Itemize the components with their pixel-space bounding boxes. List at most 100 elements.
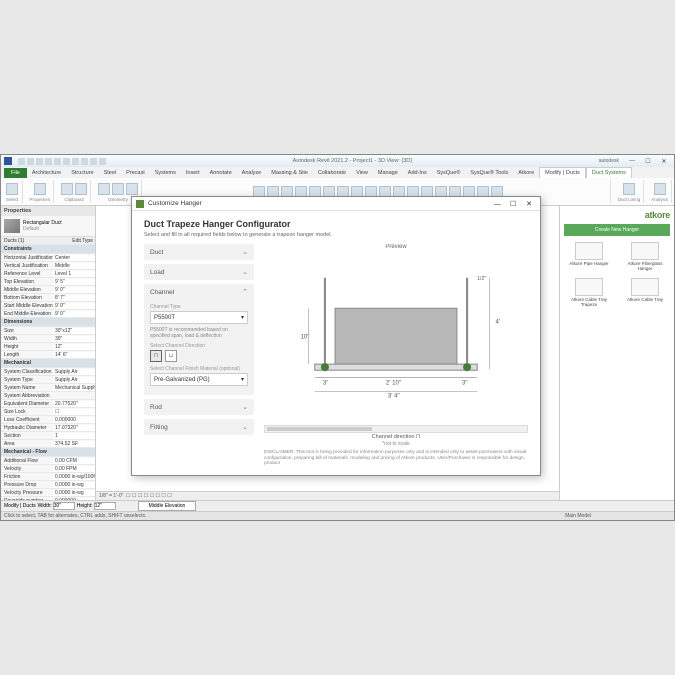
properties-header: Properties [1,206,95,216]
status-bar: Click to select, TAB for alternates, CTR… [1,511,674,520]
tab-massing[interactable]: Massing & Site [266,168,313,178]
property-row[interactable]: Middle Elevation9' 0" [1,286,95,294]
close-button[interactable]: ✕ [657,157,671,166]
ribbon-group-lining: Duct Lining [618,197,641,202]
tab-sysque[interactable]: SysQue® [432,168,466,178]
ribbon-group-geometry: Geometry [108,197,128,202]
property-row[interactable]: Size30"x12" [1,327,95,335]
tab-collaborate[interactable]: Collaborate [313,168,351,178]
hanger-thumbnail[interactable]: Atkore Pipe Hanger [564,242,614,272]
hanger-thumbnail[interactable]: Atkore Cable Tray Trapeze [564,278,614,308]
property-row[interactable]: System NameMechanical Supply Air 1 [1,384,95,392]
width-input[interactable] [53,502,75,510]
tab-architecture[interactable]: Architecture [27,168,66,178]
type-selector[interactable]: Rectangular Duct Default [1,216,95,237]
property-row[interactable]: Hydraulic Diameter17.07320" [1,424,95,432]
tab-file[interactable]: File [4,168,27,178]
not-to-scale-label: *not to scale [264,441,528,447]
property-row[interactable]: Width30" [1,335,95,343]
svg-text:4': 4' [496,318,501,325]
tab-systems[interactable]: Systems [150,168,181,178]
property-rows: ConstraintsHorizontal JustificationCente… [1,245,95,500]
tab-atkore[interactable]: Atkore [513,168,539,178]
hanger-thumbnail[interactable]: Atkore Cable Tray [620,278,670,308]
chevron-down-icon: ⌄ [242,268,248,276]
dialog-heading: Duct Trapeze Hanger Configurator [144,219,528,229]
atkore-logo: atkore [564,210,670,220]
property-row[interactable]: Additional Flow0.00 CFM [1,457,95,465]
property-row[interactable]: Velocity0.00 FPM [1,465,95,473]
user-label[interactable]: autodesk [599,158,619,164]
duct-type-icon [4,219,20,233]
chevron-down-icon: ⌄ [242,423,248,431]
preview-label: Preview [264,244,528,250]
property-row[interactable]: Equivalent Diameter20.77520" [1,400,95,408]
channel-type-select[interactable]: P5500T▾ [150,311,248,324]
tab-addins[interactable]: Add-Ins [403,168,432,178]
tab-precast[interactable]: Precast [121,168,150,178]
tab-steel[interactable]: Steel [99,168,122,178]
section-channel[interactable]: Channel⌃ Channel Type P5500T▾ P5500T is … [144,284,254,395]
property-row[interactable]: Height12" [1,343,95,351]
tab-annotate[interactable]: Annotate [205,168,237,178]
property-row[interactable]: End Middle Elevation9' 0" [1,310,95,318]
property-row[interactable]: Bottom Elevation8' 7" [1,294,95,302]
property-row[interactable]: Section1 [1,432,95,440]
view-control-bar[interactable]: 1/8" = 1'-0" ☐ ☐ ☐ ☐ ☐ ☐ ☐ ☐ [96,491,559,500]
tab-sysque-tools[interactable]: SysQue® Tools [465,168,513,178]
properties-panel: Properties Rectangular Duct Default Duct… [1,206,96,500]
property-row[interactable]: System ClassificationSupply Air [1,368,95,376]
channel-finish-select[interactable]: Pre-Galvanized (PG)▾ [150,373,248,386]
property-row[interactable]: Loss Coefficient0.000000 [1,416,95,424]
property-row[interactable]: Pressure Drop0.0000 in-wg [1,481,95,489]
height-input[interactable] [94,502,116,510]
tab-analyze[interactable]: Analyze [237,168,267,178]
property-row[interactable]: Top Elevation9' 5" [1,278,95,286]
tab-insert[interactable]: Insert [181,168,205,178]
tab-duct-systems[interactable]: Duct Systems [586,167,632,178]
channel-dir-option-1[interactable]: ⊓ [150,350,162,362]
customize-hanger-dialog: Customize Hanger — ☐ ✕ Duct Trapeze Hang… [131,196,541,476]
svg-text:2' 10": 2' 10" [386,379,401,386]
revit-icon [4,157,12,165]
property-row[interactable]: Reference LevelLevel 1 [1,270,95,278]
tab-view[interactable]: View [351,168,373,178]
section-fitting[interactable]: Fitting⌄ [144,419,254,435]
property-row[interactable]: Start Middle Elevation9' 0" [1,302,95,310]
dialog-minimize-button[interactable]: — [490,201,504,208]
disclaimer-text: DISCLAIMER: This tool is being provided … [264,450,528,467]
section-duct[interactable]: Duct⌄ [144,244,254,260]
hanger-thumbnail[interactable]: Atkore Fiberglass Hanger [620,242,670,272]
quick-access-toolbar[interactable] [18,158,106,165]
section-rod[interactable]: Rod⌄ [144,399,254,415]
property-row[interactable]: System TypeSupply Air [1,376,95,384]
create-new-hanger-button[interactable]: Create New Hanger [564,224,670,236]
options-bar: Modify | Ducts Width: Height: Middle Ele… [1,500,674,511]
preview-diagram: 10" 4' 1/2" 3" 2' 10" 3" 3' 4" [264,254,528,423]
section-load[interactable]: Load⌄ [144,264,254,280]
svg-text:1/2": 1/2" [477,276,486,282]
property-row[interactable]: Friction0.0000 in-wg/100ft [1,473,95,481]
property-row[interactable]: Length14' 6" [1,351,95,359]
minimize-button[interactable]: — [625,157,639,166]
chevron-down-icon: ⌄ [242,403,248,411]
tab-structure[interactable]: Structure [66,168,98,178]
property-row[interactable]: Velocity Pressure0.0000 in-wg [1,489,95,497]
channel-dir-option-2[interactable]: ⊔ [165,350,177,362]
property-row[interactable]: Horizontal JustificationCenter [1,254,95,262]
ribbon-group-clipboard: Clipboard [64,197,83,202]
dialog-icon [136,200,144,208]
property-row[interactable]: Area374.52 SF [1,440,95,448]
dialog-maximize-button[interactable]: ☐ [506,200,520,208]
tab-manage[interactable]: Manage [373,168,403,178]
dialog-close-button[interactable]: ✕ [522,200,536,208]
dialog-titlebar: Customize Hanger — ☐ ✕ [132,197,540,211]
chevron-up-icon: ⌃ [242,288,248,296]
property-row[interactable]: System Abbreviation [1,392,95,400]
property-row[interactable]: Size Lock☐ [1,408,95,416]
property-row[interactable]: Vertical JustificationMiddle [1,262,95,270]
tab-modify-ducts[interactable]: Modify | Ducts [539,167,586,178]
preview-scrollbar[interactable] [264,425,528,433]
atkore-panel: atkore Create New Hanger Atkore Pipe Han… [559,206,674,500]
maximize-button[interactable]: ☐ [641,157,655,166]
